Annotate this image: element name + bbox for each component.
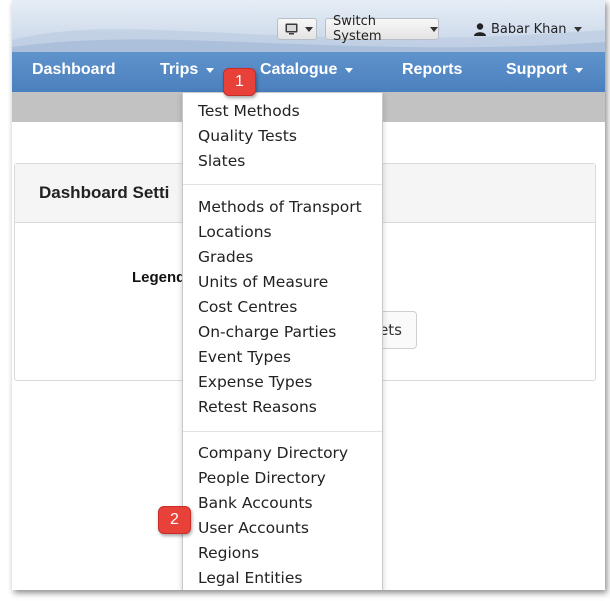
menu-item-user-accounts[interactable]: User Accounts (198, 519, 309, 537)
menu-divider (183, 431, 382, 432)
nav-reports[interactable]: Reports (402, 61, 462, 79)
chevron-down-icon (206, 67, 215, 73)
menu-item-quality-tests[interactable]: Quality Tests (198, 127, 297, 145)
nav-trips-label: Trips (160, 61, 199, 78)
nav-catalogue-label: Catalogue (260, 61, 338, 78)
nav-dashboard[interactable]: Dashboard (32, 61, 116, 79)
user-menu[interactable]: Babar Khan (474, 18, 582, 40)
menu-item-company-directory[interactable]: Company Directory (198, 444, 348, 462)
nav-catalogue[interactable]: Catalogue (260, 61, 354, 79)
chevron-down-icon (305, 26, 313, 32)
nav-support-label: Support (506, 61, 568, 78)
nav-trips[interactable]: Trips (160, 61, 215, 79)
menu-item-on-charge-parties[interactable]: On-charge Parties (198, 323, 336, 341)
chevron-down-icon (345, 67, 354, 73)
nav-dashboard-label: Dashboard (32, 61, 116, 78)
menu-item-cost-centres[interactable]: Cost Centres (198, 298, 297, 316)
nav-reports-label: Reports (402, 61, 463, 78)
menu-item-people-directory[interactable]: People Directory (198, 469, 326, 487)
chevron-down-icon (573, 26, 582, 32)
step-badge-1: 1 (223, 68, 256, 96)
card-title: Dashboard Setti (39, 183, 170, 202)
user-name: Babar Khan (491, 21, 567, 37)
monitor-icon (285, 23, 298, 35)
menu-item-event-types[interactable]: Event Types (198, 348, 291, 366)
catalogue-dropdown-menu: Test Methods Quality Tests Slates Method… (182, 92, 383, 590)
nav-support[interactable]: Support (506, 61, 584, 79)
menu-item-test-methods[interactable]: Test Methods (198, 102, 300, 120)
chevron-down-icon (430, 26, 438, 32)
menu-divider (183, 184, 382, 185)
menu-item-expense-types[interactable]: Expense Types (198, 373, 312, 391)
menu-item-methods-of-transport[interactable]: Methods of Transport (198, 198, 362, 216)
chevron-down-icon (575, 67, 584, 73)
app-window: Switch System Babar Khan Dashboard Trips… (12, 0, 605, 590)
menu-item-retest-reasons[interactable]: Retest Reasons (198, 398, 317, 416)
main-navbar: Dashboard Trips Catalogue Reports Suppor… (12, 52, 605, 92)
menu-item-grades[interactable]: Grades (198, 248, 253, 266)
menu-item-legal-entities[interactable]: Legal Entities (198, 569, 302, 587)
switch-system-label: Switch System (333, 14, 382, 44)
user-icon (474, 22, 486, 36)
menu-item-units-of-measure[interactable]: Units of Measure (198, 273, 328, 291)
switch-system-button[interactable]: Switch System (325, 14, 439, 44)
menu-item-locations[interactable]: Locations (198, 223, 272, 241)
menu-item-bank-accounts[interactable]: Bank Accounts (198, 494, 313, 512)
legend-label: Legend (132, 269, 186, 286)
menu-item-regions[interactable]: Regions (198, 544, 259, 562)
device-menu-button[interactable] (277, 18, 317, 40)
menu-item-slates[interactable]: Slates (198, 152, 245, 170)
step-badge-2: 2 (158, 506, 191, 534)
